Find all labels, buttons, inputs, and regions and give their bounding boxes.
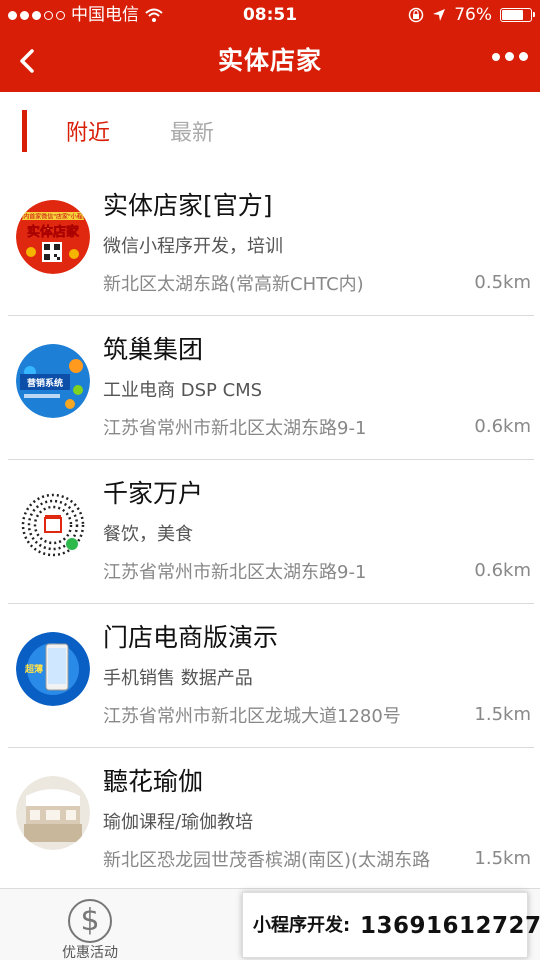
store-desc: 微信小程序开发，培训 [103,236,283,257]
nav-bar: 实体店家 [0,30,540,92]
battery-icon [500,8,535,22]
store-name: 筑巢集团 [103,335,204,364]
store-avatar [16,776,90,850]
store-address: 新北区恐龙园世茂香槟湖(南区)(太湖东路 [103,850,431,871]
store-desc: 餐饮，美食 [103,524,193,545]
more-dots-icon[interactable] [492,52,528,61]
store-distance: 0.6km [474,416,531,437]
store-item[interactable]: 超薄 门店电商版演示 手机销售 数据产品 江苏省常州市新北区龙城大道1280号 … [0,604,540,748]
store-name: 门店电商版演示 [103,623,279,652]
status-right: 76% [408,0,535,30]
tab-nearby[interactable]: 附近 [66,92,110,176]
svg-text:国内首家微信"店家"小程序: 国内首家微信"店家"小程序 [17,213,89,221]
svg-text:实体店家: 实体店家 [27,224,80,240]
store-distance: 1.5km [474,848,531,869]
store-name: 实体店家[官方] [103,191,273,220]
store-item[interactable]: 千家万户 餐饮，美食 江苏省常州市新北区太湖东路9-1 0.6km [0,460,540,604]
svg-text:营销系统: 营销系统 [27,377,63,389]
store-address: 江苏省常州市新北区太湖东路9-1 [103,418,367,439]
page-title: 实体店家 [217,46,322,75]
battery-percent: 76% [454,5,492,25]
store-desc: 瑜伽课程/瑜伽教培 [103,812,254,833]
tab-coupons[interactable]: $ 优惠活动 [50,895,130,960]
store-list: 国内首家微信"店家"小程序 实体店家 实体店家[官方] 微信小程序开发，培训 新… [0,172,540,892]
store-name: 千家万户 [103,479,204,508]
store-distance: 0.5km [474,272,531,293]
store-item[interactable]: 国内首家微信"店家"小程序 实体店家 实体店家[官方] 微信小程序开发，培训 新… [0,172,540,316]
promo-label: 小程序开发: [253,915,351,936]
rotation-lock-icon [408,7,424,23]
store-item[interactable]: 营销系统 筑巢集团 工业电商 DSP CMS 江苏省常州市新北区太湖东路9-1 … [0,316,540,460]
store-item[interactable]: 聽花瑜伽 瑜伽课程/瑜伽教培 新北区恐龙园世茂香槟湖(南区)(太湖东路 1.5k… [0,748,540,892]
store-avatar: 超薄 [16,632,90,706]
dollar-circle-icon: $ [68,899,112,943]
tab-coupons-label: 优惠活动 [62,945,118,960]
store-address: 江苏省常州市新北区太湖东路9-1 [103,562,367,583]
store-avatar: 国内首家微信"店家"小程序 实体店家 [16,200,90,274]
qr-code-avatar [16,488,90,562]
store-desc: 工业电商 DSP CMS [103,380,263,401]
store-avatar: 营销系统 [16,344,90,418]
store-distance: 1.5km [474,704,531,725]
promo-banner[interactable]: 小程序开发: 13691612727 [242,892,540,958]
store-desc: 手机销售 数据产品 [103,668,253,689]
svg-text:超薄: 超薄 [24,663,43,675]
status-bar: 中国电信 08:51 76% [0,0,540,30]
tab-indicator [22,110,27,152]
promo-phone[interactable]: 13691612727 [360,893,540,959]
store-distance: 0.6km [474,560,531,581]
store-address: 江苏省常州市新北区龙城大道1280号 [103,706,401,727]
location-arrow-icon [433,9,446,21]
store-address: 新北区太湖东路(常高新CHTC内) [103,274,364,295]
tab-bar: 附近 最新 [0,92,540,172]
tab-latest[interactable]: 最新 [170,92,214,176]
store-name: 聽花瑜伽 [103,767,204,796]
